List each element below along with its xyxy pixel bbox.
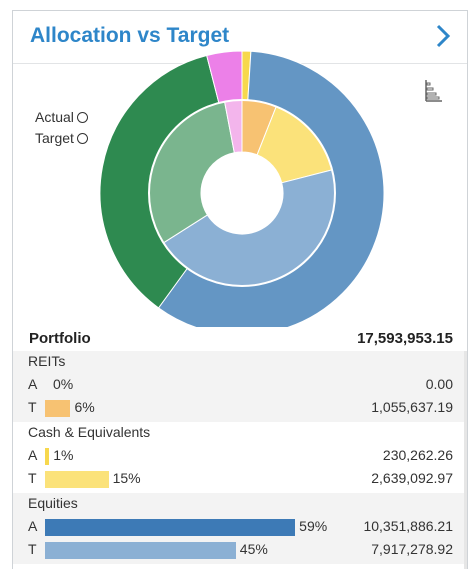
actual-row: A 1% 230,262.26 xyxy=(13,445,467,467)
target-row: T 15% 2,639,092.97 xyxy=(13,468,467,490)
portfolio-value: 17,593,953.15 xyxy=(357,330,453,347)
target-amount: 7,917,278.92 xyxy=(371,541,453,557)
target-percent: 15% xyxy=(112,470,141,486)
target-row: T 45% 7,917,278.92 xyxy=(13,539,467,561)
group-name: REITs xyxy=(28,353,66,369)
portfolio-label: Portfolio xyxy=(29,330,91,347)
target-code: T xyxy=(28,541,37,557)
target-bar xyxy=(45,542,236,559)
actual-code: A xyxy=(28,376,38,392)
actual-bar xyxy=(45,448,50,465)
allocation-group[interactable]: Cash & Equivalents A 1% 230,262.26 T 15% 2,639… xyxy=(13,422,467,493)
target-amount: 2,639,092.97 xyxy=(371,470,453,486)
target-row: T 6% 1,055,637.19 xyxy=(13,397,467,419)
actual-code: A xyxy=(28,518,38,534)
target-bar xyxy=(45,400,71,417)
actual-amount: 0.00 xyxy=(425,376,453,392)
actual-percent: 0% xyxy=(53,376,74,392)
group-name: Equities xyxy=(28,495,78,511)
scrollbar[interactable] xyxy=(464,351,467,569)
actual-amount: 230,262.26 xyxy=(382,447,453,463)
actual-percent: 1% xyxy=(53,447,74,463)
actual-row: A 59% 10,351,886.21 xyxy=(13,516,467,538)
group-name: Cash & Equivalents xyxy=(28,424,151,440)
actual-bar xyxy=(45,519,296,536)
allocation-group[interactable]: Equities A 59% 10,351,886.21 T 45% 7,917,278.9… xyxy=(13,493,467,564)
allocation-donut-chart xyxy=(99,50,385,327)
target-code: T xyxy=(28,399,37,415)
target-percent: 6% xyxy=(74,399,95,415)
allocation-group[interactable]: REITs A 0% 0.00 T 6% 1,055,637.19 xyxy=(13,351,467,422)
portfolio-row: Portfolio 17,593,953.15 xyxy=(29,327,453,349)
target-code: T xyxy=(28,470,37,486)
target-bar xyxy=(45,471,109,488)
actual-code: A xyxy=(28,447,38,463)
actual-amount: 10,351,886.21 xyxy=(363,518,453,534)
target-amount: 1,055,637.19 xyxy=(371,399,453,415)
actual-percent: 59% xyxy=(299,518,328,534)
target-percent: 45% xyxy=(239,541,268,557)
allocation-card: Allocation vs Target Actual Target Portf… xyxy=(12,10,468,569)
allocation-rows: REITs A 0% 0.00 T 6% 1,055,637.19 Cash & Equiva… xyxy=(13,351,467,564)
actual-row: A 0% 0.00 xyxy=(13,374,467,396)
